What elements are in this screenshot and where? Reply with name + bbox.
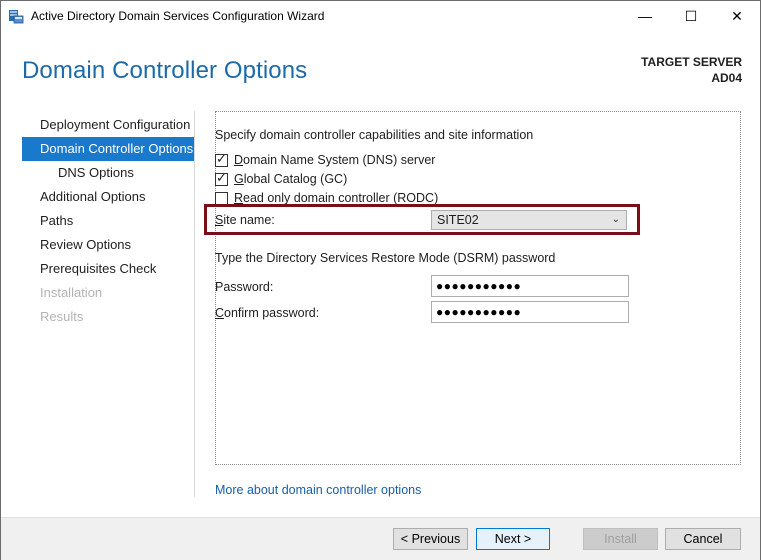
capabilities-heading: Specify domain controller capabilities a… — [215, 128, 534, 142]
checkbox-checked-icon[interactable] — [215, 151, 228, 167]
site-name-label: Site name: — [215, 213, 275, 227]
nav-item-additional-options[interactable]: Additional Options — [22, 185, 194, 209]
dns-server-checkbox[interactable]: Domain Name System (DNS) server — [215, 151, 436, 168]
nav-item-paths[interactable]: Paths — [22, 209, 194, 233]
next-button[interactable]: Next > — [476, 528, 550, 550]
maximize-button[interactable]: ☐ — [668, 1, 714, 31]
cancel-button[interactable]: Cancel — [665, 528, 741, 550]
target-server-label: TARGET SERVER — [641, 55, 742, 69]
minimize-button[interactable]: — — [622, 1, 668, 31]
nav-item-results: Results — [40, 309, 84, 324]
close-icon: ✕ — [731, 7, 743, 24]
nav-item-domain-controller-options[interactable]: Domain Controller Options — [22, 137, 194, 161]
global-catalog-label: Global Catalog (GC) — [234, 172, 348, 186]
chevron-down-icon: ⌄ — [611, 214, 620, 225]
confirm-password-label: Confirm password: — [215, 306, 320, 320]
close-button[interactable]: ✕ — [714, 1, 760, 31]
checkbox-checked-icon[interactable] — [215, 170, 228, 186]
minimize-icon: — — [638, 8, 652, 24]
previous-button[interactable]: < Previous — [393, 528, 468, 550]
nav-item-prerequisites-check[interactable]: Prerequisites Check — [22, 257, 194, 281]
wizard-window: Active Directory Domain Services Configu… — [0, 0, 761, 560]
rodc-label: Read only domain controller (RODC) — [234, 191, 439, 205]
nav-item-dns-options[interactable]: DNS Options — [22, 161, 194, 185]
site-name-value: SITE02 — [437, 213, 479, 227]
password-label: Password: — [215, 280, 274, 294]
nav-item-installation: Installation — [40, 285, 103, 300]
nav-item-review-options[interactable]: Review Options — [22, 233, 194, 257]
nav-divider — [194, 111, 195, 497]
install-button[interactable]: Install — [583, 528, 658, 550]
wizard-nav: Deployment Configuration Domain Controlle… — [22, 113, 194, 329]
confirm-password-field[interactable]: ●●●●●●●●●●● — [431, 301, 629, 323]
title-bar[interactable]: Active Directory Domain Services Configu… — [1, 1, 760, 31]
site-name-dropdown[interactable]: SITE02 ⌄ — [431, 210, 627, 230]
window-title: Active Directory Domain Services Configu… — [31, 9, 325, 23]
wizard-content: Domain Controller Options TARGET SERVER … — [1, 31, 760, 517]
dns-server-label: Domain Name System (DNS) server — [234, 153, 436, 167]
more-info-link[interactable]: More about domain controller options — [215, 483, 421, 497]
target-server-name: AD04 — [711, 71, 742, 85]
nav-item-deployment-configuration[interactable]: Deployment Configuration — [22, 113, 194, 137]
checkbox-unchecked-icon[interactable] — [215, 191, 228, 205]
maximize-icon: ☐ — [684, 7, 698, 24]
server-manager-icon — [9, 10, 24, 24]
password-field[interactable]: ●●●●●●●●●●● — [431, 275, 629, 297]
dsrm-heading: Type the Directory Services Restore Mode… — [215, 251, 556, 265]
global-catalog-checkbox[interactable]: Global Catalog (GC) — [215, 170, 348, 187]
button-bar: < Previous Next > Install Cancel — [1, 517, 760, 560]
page-title: Domain Controller Options — [22, 57, 308, 84]
